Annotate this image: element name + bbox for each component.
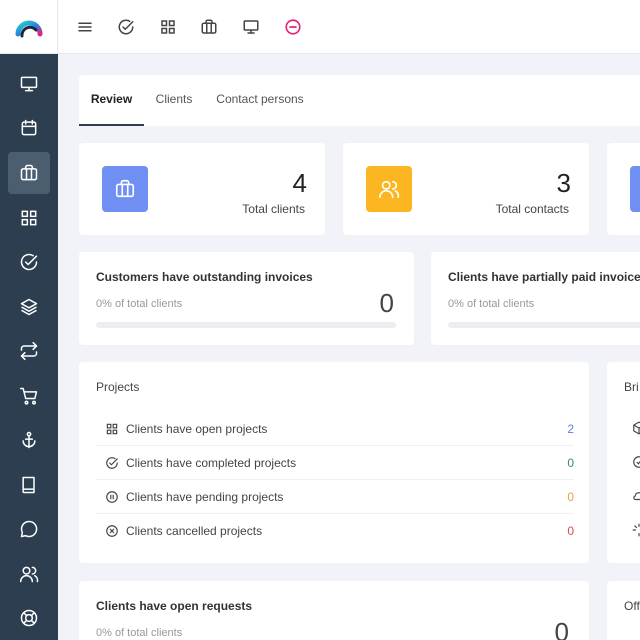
tab-review[interactable]: Review — [79, 75, 144, 126]
stat-card-total-contacts: 3 Total contacts — [343, 143, 589, 235]
sidebar-item-chat[interactable] — [8, 508, 50, 550]
stat-label: Total clients — [242, 202, 305, 216]
row-value: 0 — [567, 455, 574, 470]
pause-circle-icon — [104, 489, 120, 505]
sidebar-item-users[interactable] — [8, 553, 50, 595]
minus-circle-icon[interactable] — [281, 15, 305, 39]
sidebar-item-dashboard[interactable] — [8, 63, 50, 105]
menu-icon[interactable] — [73, 15, 97, 39]
project-row-cancelled[interactable]: Clients cancelled projects 0 — [96, 514, 574, 548]
monitor-icon[interactable] — [239, 15, 263, 39]
card-subtitle: 0% of total clients — [96, 298, 183, 310]
users-icon — [366, 166, 412, 212]
users-icon — [19, 566, 39, 583]
card-title: Bri — [624, 380, 639, 394]
check-circle-icon — [20, 253, 38, 271]
stat-card-partial — [607, 143, 640, 235]
outstanding-invoices-card: Customers have outstanding invoices 0% o… — [79, 252, 414, 345]
briefcase-icon — [20, 164, 38, 181]
projects-card: Projects Clients have open projects 2 Cl… — [79, 362, 589, 563]
sidebar-item-anchor[interactable] — [8, 419, 50, 461]
card-subtitle: 0% of total clients — [448, 298, 535, 310]
sidebar-item-clients[interactable] — [8, 152, 50, 194]
tab-bar: Review Clients Contact persons — [79, 75, 640, 126]
sidebar-item-layers[interactable] — [8, 286, 50, 328]
repeat-icon — [20, 341, 38, 361]
open-requests-card: Clients have open requests 0% of total c… — [79, 581, 589, 640]
logo[interactable] — [0, 0, 58, 54]
briefcase-icon[interactable] — [197, 15, 221, 39]
row-label: Clients have open projects — [126, 421, 268, 436]
card-title: Clients have open requests — [96, 599, 253, 613]
right-partial-card: Bri — [607, 362, 640, 563]
card-title: Projects — [96, 380, 140, 394]
row-label: Clients have pending projects — [126, 489, 284, 504]
layers-icon — [20, 298, 38, 316]
check-circle-icon[interactable] — [114, 15, 138, 39]
row-label: Clients cancelled projects — [126, 524, 263, 538]
chat-icon — [20, 520, 38, 538]
anchor-icon — [22, 431, 36, 449]
sidebar-item-calendar[interactable] — [8, 107, 50, 149]
row-value: 2 — [567, 421, 574, 436]
card-value: 0 — [554, 617, 569, 640]
sidebar-item-apps[interactable] — [8, 197, 50, 239]
cloud-icon — [632, 489, 640, 505]
box-icon — [632, 421, 640, 437]
partially-paid-invoices-card: Clients have partially paid invoices 0% … — [431, 252, 640, 345]
tab-contact-persons[interactable]: Contact persons — [211, 75, 309, 126]
top-bar — [0, 0, 640, 54]
project-row-pending[interactable]: Clients have pending projects 0 — [96, 480, 574, 514]
calendar-icon — [21, 119, 37, 136]
card-title: Clients have partially paid invoices — [448, 270, 640, 284]
row-label: Clients have completed projects — [126, 455, 297, 470]
stat-icon-partial — [630, 166, 640, 212]
row-value: 0 — [567, 524, 574, 538]
loader-icon — [632, 523, 640, 539]
progress-bar — [448, 322, 640, 328]
stat-value: 4 — [292, 168, 307, 198]
tab-clients[interactable]: Clients — [149, 75, 199, 126]
bottom-right-partial-card: Off — [607, 581, 640, 640]
sidebar-item-support[interactable] — [8, 597, 50, 639]
stat-value: 3 — [556, 168, 571, 198]
sidebar-item-transactions[interactable] — [8, 330, 50, 372]
x-circle-icon — [104, 523, 120, 539]
sidebar-item-tasks[interactable] — [8, 241, 50, 283]
check-circle-icon — [104, 455, 120, 471]
lifebuoy-icon — [20, 609, 38, 627]
stat-card-total-clients: 4 Total clients — [79, 143, 325, 235]
logo-icon — [15, 20, 42, 38]
sidebar-item-knowledge[interactable] — [8, 464, 50, 506]
monitor-icon — [20, 76, 38, 92]
card-subtitle: 0% of total clients — [96, 627, 183, 639]
cart-icon — [19, 387, 38, 405]
card-title: Off — [624, 599, 640, 613]
briefcase-icon — [102, 166, 148, 212]
sidebar-item-shop[interactable] — [8, 375, 50, 417]
book-icon — [22, 476, 35, 494]
card-title: Customers have outstanding invoices — [96, 270, 313, 284]
project-row-completed[interactable]: Clients have completed projects 0 — [96, 446, 574, 480]
row-value: 0 — [567, 489, 574, 504]
progress-bar — [96, 322, 396, 328]
grid-icon — [21, 210, 37, 226]
grid-icon[interactable] — [156, 15, 180, 39]
grid-icon — [104, 421, 120, 437]
check-circle-icon — [632, 455, 640, 471]
card-value: 0 — [379, 288, 394, 318]
project-row-open[interactable]: Clients have open projects 2 — [96, 412, 574, 446]
sidebar — [0, 54, 58, 640]
stat-label: Total contacts — [495, 202, 569, 216]
